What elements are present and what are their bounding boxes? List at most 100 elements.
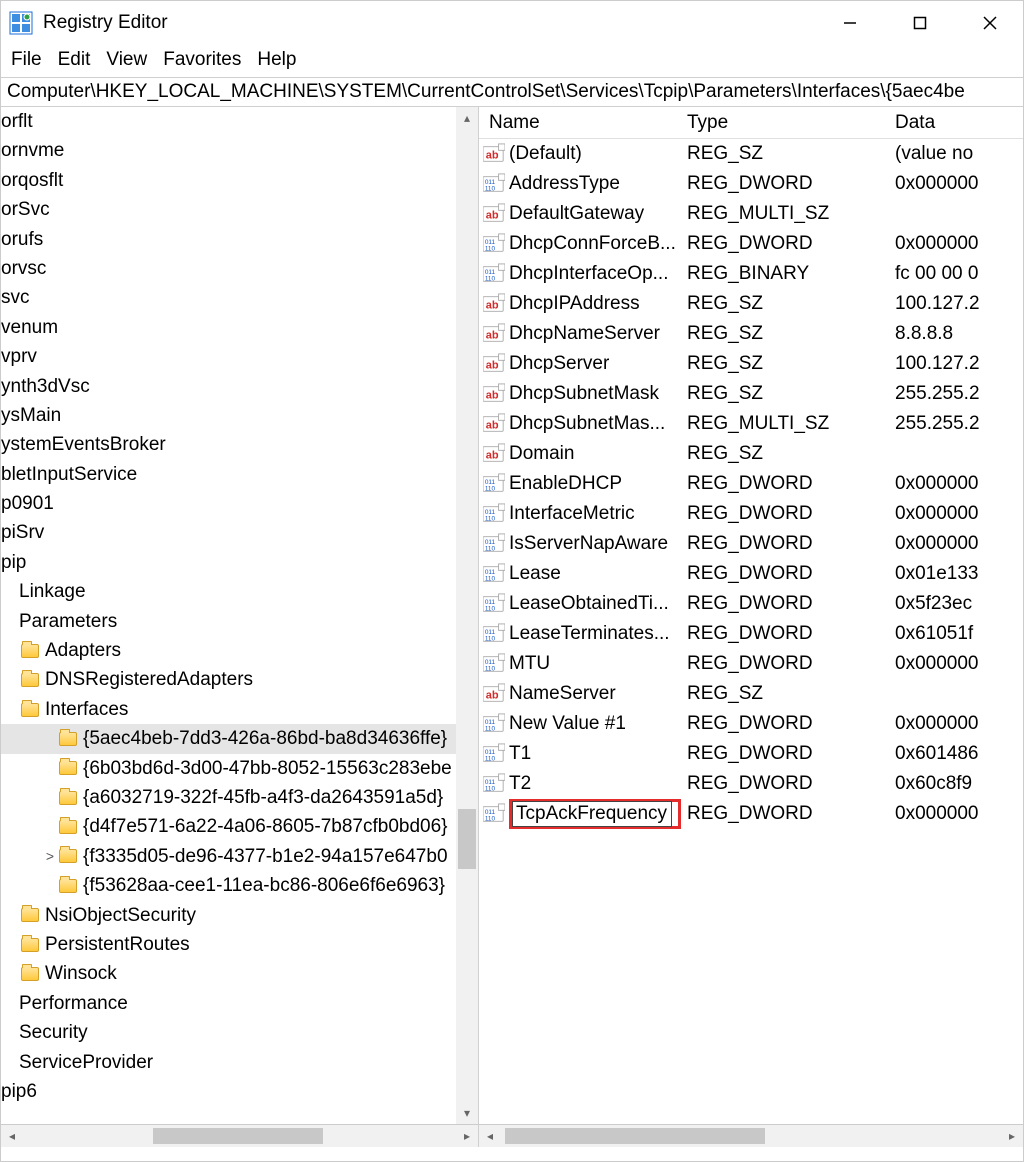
scroll-right-arrow-icon[interactable]: ▸: [1001, 1125, 1023, 1147]
tree-item[interactable]: ServiceProvider: [1, 1048, 478, 1077]
scroll-right-arrow-icon[interactable]: ▸: [456, 1125, 478, 1147]
svg-text:ab: ab: [486, 690, 499, 702]
menu-view[interactable]: View: [104, 49, 149, 71]
list-row[interactable]: 011110LeaseObtainedTi...REG_DWORD0x5f23e…: [479, 589, 1023, 619]
list-row[interactable]: abDomainREG_SZ: [479, 439, 1023, 469]
tree-item[interactable]: >{a6032719-322f-45fb-a4f3-da2643591a5d}: [1, 783, 478, 812]
scroll-thumb[interactable]: [458, 809, 476, 869]
tree-item[interactable]: p0901: [1, 489, 478, 518]
list-row[interactable]: 011110LeaseTerminates...REG_DWORD0x61051…: [479, 619, 1023, 649]
column-header-name[interactable]: Name: [479, 112, 687, 134]
scroll-left-arrow-icon[interactable]: ◂: [479, 1125, 501, 1147]
tree-item[interactable]: ynth3dVsc: [1, 372, 478, 401]
value-type: REG_SZ: [687, 143, 895, 165]
column-header-data[interactable]: Data: [895, 112, 1023, 134]
scroll-down-arrow-icon[interactable]: ▾: [456, 1102, 478, 1124]
list-row[interactable]: 011110REG_DWORD0x000000: [479, 799, 1023, 829]
tree-item-label: Security: [19, 1018, 88, 1047]
scroll-thumb[interactable]: [153, 1128, 323, 1144]
tree-item[interactable]: Linkage: [1, 577, 478, 606]
list-row[interactable]: ab(Default)REG_SZ(value no: [479, 139, 1023, 169]
tree-item[interactable]: Parameters: [1, 607, 478, 636]
list-header[interactable]: Name Type Data: [479, 107, 1023, 139]
value-data: 8.8.8.8: [895, 323, 1023, 345]
tree-item[interactable]: svc: [1, 283, 478, 312]
svg-text:ab: ab: [486, 150, 499, 162]
value-name: DhcpSubnetMask: [509, 383, 659, 405]
column-header-type[interactable]: Type: [687, 112, 895, 134]
tree-item[interactable]: orufs: [1, 225, 478, 254]
list-row[interactable]: 011110EnableDHCPREG_DWORD0x000000: [479, 469, 1023, 499]
tree-item-label: ornvme: [1, 136, 64, 165]
tree-item[interactable]: ysMain: [1, 401, 478, 430]
tree-item[interactable]: >{f53628aa-cee1-11ea-bc86-806e6f6e6963}: [1, 871, 478, 900]
tree-item[interactable]: Winsock: [1, 959, 478, 988]
scroll-thumb[interactable]: [505, 1128, 765, 1144]
list-row[interactable]: abDefaultGatewayREG_MULTI_SZ: [479, 199, 1023, 229]
menu-file[interactable]: File: [9, 49, 44, 71]
tree-item[interactable]: venum: [1, 313, 478, 342]
menu-edit[interactable]: Edit: [56, 49, 93, 71]
tree-item[interactable]: >{5aec4beb-7dd3-426a-86bd-ba8d34636ffe}: [1, 724, 478, 753]
list-row[interactable]: 011110DhcpInterfaceOp...REG_BINARYfc 00 …: [479, 259, 1023, 289]
list-row[interactable]: abDhcpSubnetMaskREG_SZ255.255.2: [479, 379, 1023, 409]
tree-item[interactable]: orflt: [1, 107, 478, 136]
list-row[interactable]: 011110InterfaceMetricREG_DWORD0x000000: [479, 499, 1023, 529]
string-value-icon: ab: [483, 323, 505, 345]
list-row[interactable]: 011110T2REG_DWORD0x60c8f9: [479, 769, 1023, 799]
tree-item[interactable]: piSrv: [1, 518, 478, 547]
tree-item[interactable]: ornvme: [1, 136, 478, 165]
tree-item[interactable]: Interfaces: [1, 695, 478, 724]
tree-item[interactable]: DNSRegisteredAdapters: [1, 665, 478, 694]
list-row[interactable]: abDhcpSubnetMas...REG_MULTI_SZ255.255.2: [479, 409, 1023, 439]
tree-item[interactable]: orqosflt: [1, 166, 478, 195]
minimize-button[interactable]: [835, 8, 865, 38]
tree-item-label: piSrv: [1, 518, 44, 547]
list-row[interactable]: 011110T1REG_DWORD0x601486: [479, 739, 1023, 769]
value-name: IsServerNapAware: [509, 533, 668, 555]
value-type: REG_DWORD: [687, 803, 895, 825]
tree-item[interactable]: >{d4f7e571-6a22-4a06-8605-7b87cfb0bd06}: [1, 812, 478, 841]
list-pane[interactable]: Name Type Data ab(Default)REG_SZ(value n…: [479, 107, 1023, 1124]
list-row[interactable]: 011110LeaseREG_DWORD0x01e133: [479, 559, 1023, 589]
list-row[interactable]: 011110New Value #1REG_DWORD0x000000: [479, 709, 1023, 739]
list-row[interactable]: 011110IsServerNapAwareREG_DWORD0x000000: [479, 529, 1023, 559]
tree-vertical-scrollbar[interactable]: ▴ ▾: [456, 107, 478, 1124]
address-bar[interactable]: Computer\HKEY_LOCAL_MACHINE\SYSTEM\Curre…: [1, 77, 1023, 107]
list-row[interactable]: abDhcpNameServerREG_SZ8.8.8.8: [479, 319, 1023, 349]
scroll-up-arrow-icon[interactable]: ▴: [456, 107, 478, 129]
tree-item[interactable]: Adapters: [1, 636, 478, 665]
chevron-icon[interactable]: >: [41, 842, 59, 871]
list-horizontal-scrollbar[interactable]: ◂ ▸: [479, 1125, 1023, 1147]
menu-help[interactable]: Help: [255, 49, 298, 71]
tree-item[interactable]: pip: [1, 548, 478, 577]
tree-pane[interactable]: orfltornvmeorqosfltorSvcorufsorvscsvcven…: [1, 107, 479, 1124]
value-type: REG_DWORD: [687, 713, 895, 735]
list-row[interactable]: abDhcpServerREG_SZ100.127.2: [479, 349, 1023, 379]
tree-item[interactable]: Performance: [1, 989, 478, 1018]
tree-item[interactable]: ystemEventsBroker: [1, 430, 478, 459]
tree-item[interactable]: bletInputService: [1, 460, 478, 489]
tree-horizontal-scrollbar[interactable]: ◂ ▸: [1, 1125, 478, 1147]
rename-input[interactable]: [512, 801, 672, 827]
tree-item[interactable]: PersistentRoutes: [1, 930, 478, 959]
tree-item[interactable]: >{f3335d05-de96-4377-b1e2-94a157e647b0: [1, 842, 478, 871]
tree-item[interactable]: orSvc: [1, 195, 478, 224]
scroll-track[interactable]: [456, 129, 478, 1102]
tree-item[interactable]: >{6b03bd6d-3d00-47bb-8052-15563c283ebe: [1, 754, 478, 783]
tree-item[interactable]: NsiObjectSecurity: [1, 901, 478, 930]
menu-favorites[interactable]: Favorites: [161, 49, 243, 71]
list-row[interactable]: abDhcpIPAddressREG_SZ100.127.2: [479, 289, 1023, 319]
tree-item[interactable]: Security: [1, 1018, 478, 1047]
tree-item[interactable]: vprv: [1, 342, 478, 371]
list-row[interactable]: 011110MTUREG_DWORD0x000000: [479, 649, 1023, 679]
scroll-left-arrow-icon[interactable]: ◂: [1, 1125, 23, 1147]
maximize-button[interactable]: [905, 8, 935, 38]
list-row[interactable]: 011110DhcpConnForceB...REG_DWORD0x000000: [479, 229, 1023, 259]
tree-item[interactable]: pip6: [1, 1077, 478, 1106]
list-row[interactable]: abNameServerREG_SZ: [479, 679, 1023, 709]
value-name: DhcpIPAddress: [509, 293, 640, 315]
close-button[interactable]: [975, 8, 1005, 38]
list-row[interactable]: 011110AddressTypeREG_DWORD0x000000: [479, 169, 1023, 199]
tree-item[interactable]: orvsc: [1, 254, 478, 283]
